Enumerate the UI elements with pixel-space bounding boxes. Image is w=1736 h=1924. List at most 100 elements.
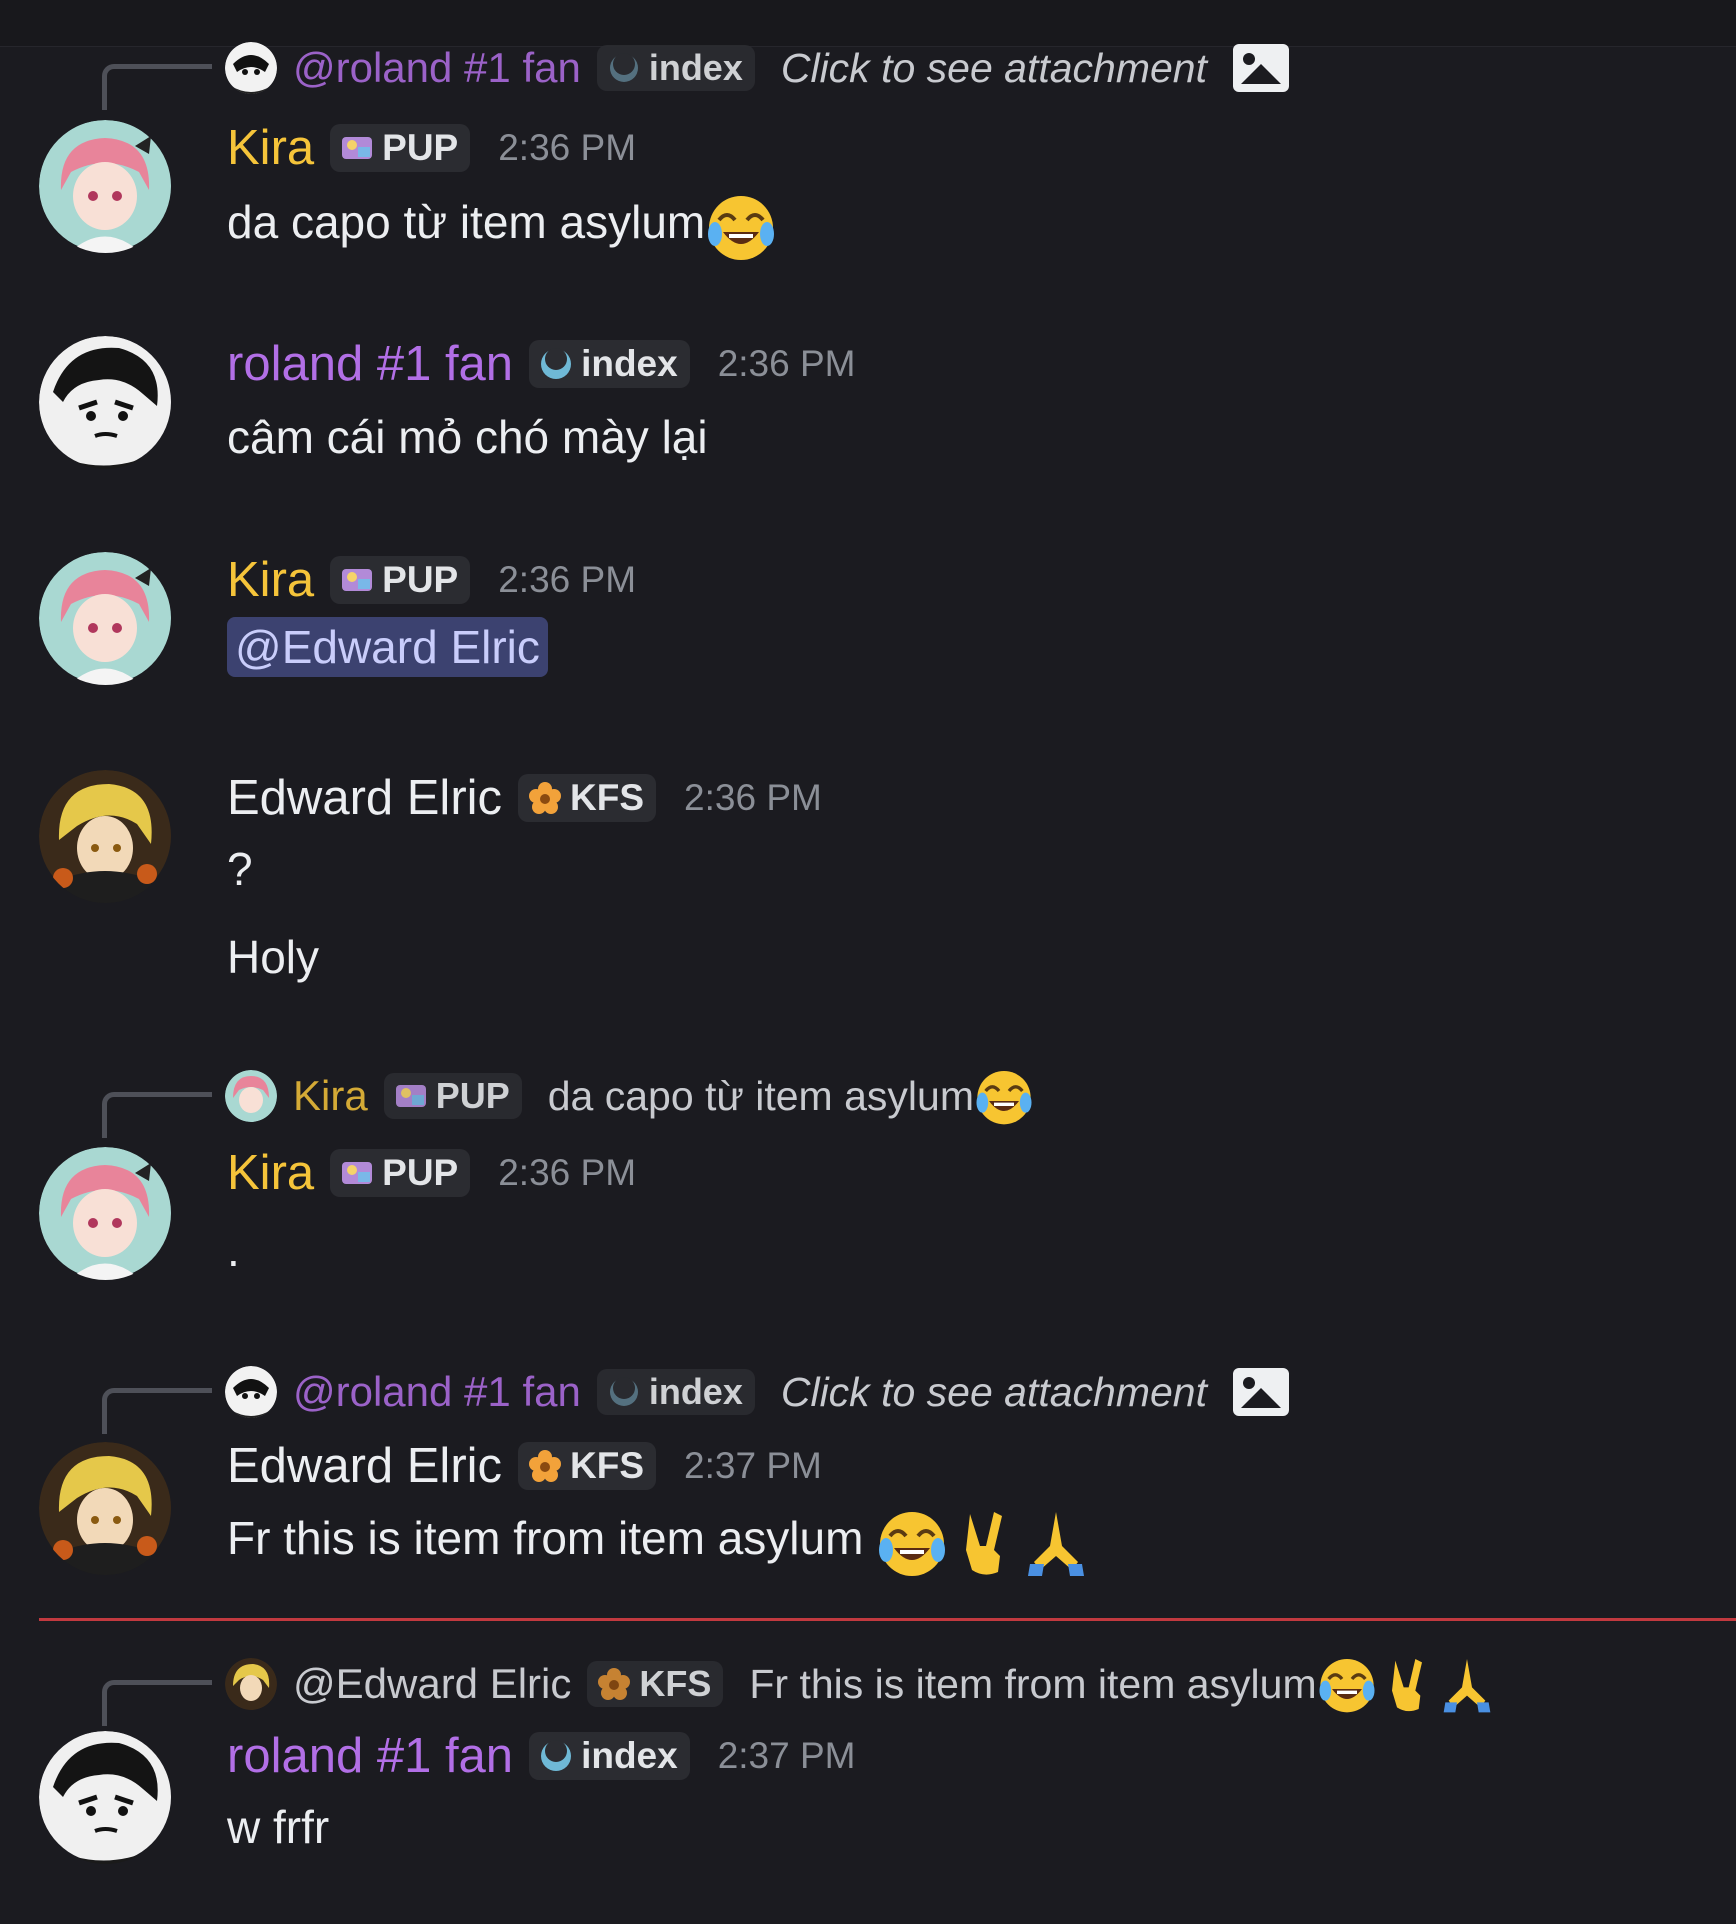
reply-preview[interactable]: @Edward Elric KFS Fr this is item from i… (225, 1654, 1497, 1714)
role-tag: index (529, 1732, 690, 1780)
role-tag: index (596, 45, 755, 91)
reply-text[interactable]: da capo từ item asylum (548, 1073, 974, 1120)
message-text: Holy (227, 931, 320, 983)
message-header: Kira PUP 2:36 PM (227, 552, 636, 608)
message-text: câm cái mỏ chó mày lại (227, 411, 708, 463)
timestamp: 2:36 PM (684, 777, 822, 818)
reply-author[interactable]: @roland #1 fan (293, 1368, 581, 1416)
crescent-icon (609, 1377, 638, 1406)
kira-avatar-small (225, 1070, 277, 1122)
timestamp: 2:36 PM (498, 1152, 637, 1193)
flower-icon (529, 782, 562, 814)
user-mention[interactable]: @Edward Elric (227, 617, 548, 677)
author-name[interactable]: roland #1 fan (227, 1728, 513, 1784)
kira-avatar[interactable] (39, 1147, 172, 1280)
folded-hands-emoji (1028, 1512, 1085, 1576)
pup-role-icon (342, 1162, 373, 1184)
message-list: @roland #1 fan index Click to see attach… (0, 0, 1736, 1924)
timestamp: 2:37 PM (684, 1445, 822, 1486)
folded-hands-emoji (1443, 1659, 1490, 1713)
role-tag-label: PUP (435, 1075, 510, 1116)
message-header: Edward Elric KFS 2:37 PM (227, 1438, 822, 1494)
joy-emoji (1319, 1659, 1375, 1713)
role-tag-label: KFS (639, 1663, 712, 1704)
author-name[interactable]: roland #1 fan (227, 336, 513, 392)
role-tag: PUP (383, 1073, 522, 1119)
reply-preview[interactable]: @roland #1 fan index Click to see attach… (225, 1362, 1289, 1422)
victory-hand-emoji (1391, 1659, 1422, 1712)
message-header: Edward Elric KFS 2:36 PM (227, 770, 822, 826)
timestamp: 2:36 PM (498, 127, 637, 168)
message-text: w frfr (227, 1801, 330, 1853)
reply-text[interactable]: Click to see attachment (781, 1369, 1207, 1416)
message-content: Fr this is item from item asylum (227, 1506, 1092, 1578)
message-text: Fr this is item from item asylum (227, 1512, 864, 1565)
message-text: ? (227, 843, 253, 895)
role-tag-label: index (581, 343, 678, 384)
message-content: ? (227, 842, 253, 896)
edward-avatar[interactable] (39, 770, 172, 903)
author-name[interactable]: Edward Elric (227, 770, 502, 826)
reply-text[interactable]: Fr this is item from item asylum (749, 1661, 1316, 1708)
message-content: . (227, 1223, 240, 1277)
role-tag: PUP (330, 1149, 471, 1197)
pup-role-icon (395, 1085, 426, 1107)
role-tag-label: PUP (382, 1152, 459, 1193)
crescent-icon (609, 53, 638, 82)
reply-spine (102, 1092, 212, 1138)
reply-author[interactable]: @roland #1 fan (293, 44, 581, 92)
author-name[interactable]: Edward Elric (227, 1438, 502, 1494)
reply-spine (102, 64, 212, 110)
pup-role-icon (342, 569, 373, 591)
crescent-icon (541, 348, 572, 379)
author-name[interactable]: Kira (227, 120, 314, 176)
timestamp: 2:36 PM (717, 343, 856, 384)
role-tag-label: PUP (382, 127, 459, 168)
new-messages-divider (39, 1618, 1736, 1621)
role-tag-label: index (648, 1371, 743, 1412)
author-name[interactable]: Kira (227, 552, 314, 608)
reply-preview[interactable]: Kira PUP da capo từ item asylum (225, 1066, 1034, 1126)
reply-text[interactable]: Click to see attachment (781, 45, 1207, 92)
reply-spine (102, 1388, 212, 1434)
reply-author[interactable]: Kira (293, 1072, 368, 1120)
role-tag: PUP (330, 556, 471, 604)
role-tag: index (596, 1369, 755, 1415)
pup-role-icon (342, 137, 373, 159)
joy-emoji (879, 1512, 946, 1576)
message-content: w frfr (227, 1800, 329, 1854)
message-content: câm cái mỏ chó mày lại (227, 410, 708, 464)
joy-emoji (708, 196, 775, 260)
role-tag: KFS (587, 1661, 724, 1707)
flower-icon (529, 1450, 562, 1482)
reply-preview[interactable]: @roland #1 fan index Click to see attach… (225, 38, 1289, 98)
roland-avatar[interactable] (39, 336, 172, 469)
role-tag-label: PUP (382, 559, 459, 600)
flower-icon (598, 1668, 631, 1700)
timestamp: 2:37 PM (717, 1735, 856, 1776)
timestamp: 2:36 PM (498, 559, 637, 600)
role-tag-label: KFS (570, 777, 645, 818)
reply-spine (102, 1680, 212, 1726)
role-tag-label: index (581, 1735, 678, 1776)
message-header: Kira PUP 2:36 PM (227, 120, 636, 176)
image-attachment-icon[interactable] (1233, 44, 1289, 92)
reply-author[interactable]: @Edward Elric (293, 1660, 571, 1708)
message-text: . (227, 1224, 240, 1276)
kira-avatar[interactable] (39, 552, 172, 685)
role-tag: PUP (330, 124, 471, 172)
message-content: da capo từ item asylum (227, 190, 777, 262)
role-tag: KFS (518, 774, 657, 822)
roland-avatar[interactable] (39, 1731, 172, 1864)
kira-avatar[interactable] (39, 120, 172, 253)
image-attachment-icon[interactable] (1233, 1368, 1289, 1416)
role-tag-label: KFS (570, 1445, 645, 1486)
joy-emoji (976, 1071, 1032, 1125)
victory-hand-emoji (966, 1512, 1003, 1575)
message-content: @Edward Elric (227, 617, 548, 677)
edward-avatar[interactable] (39, 1442, 172, 1575)
edward-avatar-small (225, 1658, 277, 1710)
message-text: da capo từ item asylum (227, 196, 706, 249)
author-name[interactable]: Kira (227, 1145, 314, 1201)
role-tag: KFS (518, 1442, 657, 1490)
